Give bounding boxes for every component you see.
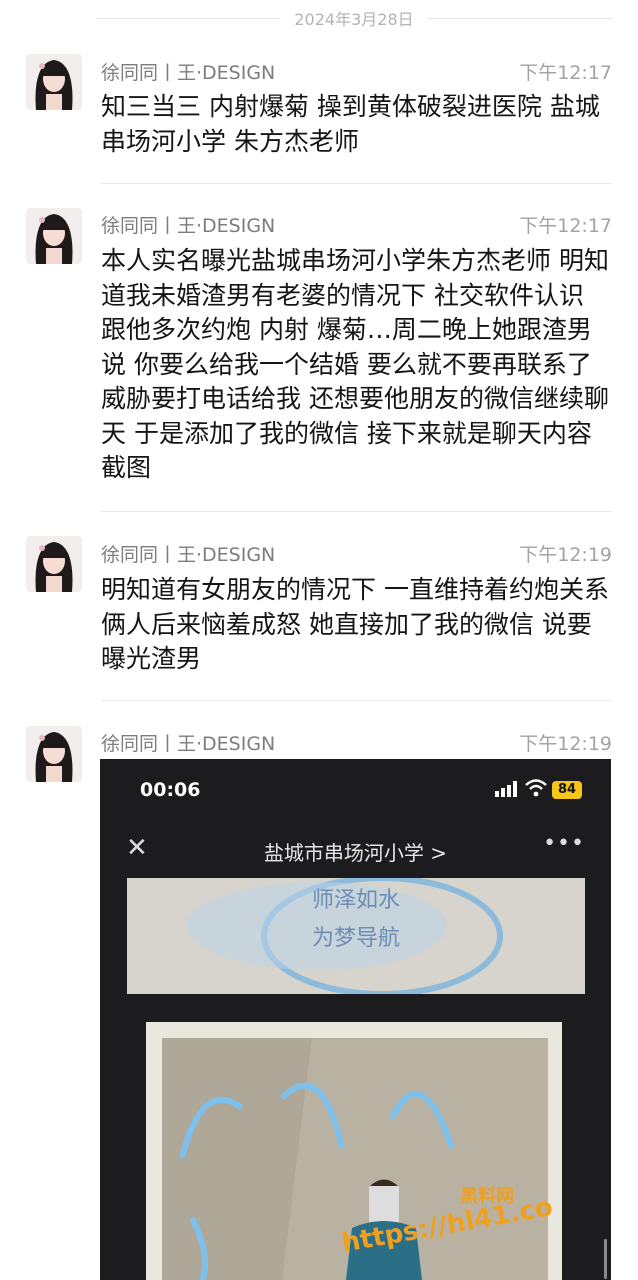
status-clock: 00:06 [140,779,201,801]
sender-name: 徐同同丨王·DESIGN [101,215,276,237]
message-time: 下午12:17 [519,215,612,237]
banner-text: 师泽如水 [311,888,400,913]
sender-name: 徐同同丨王·DESIGN [101,733,276,755]
sender-name: 徐同同丨王·DESIGN [101,544,276,566]
divider [101,700,612,701]
divider [101,511,612,512]
status-bar: 00:06 84 [100,779,611,803]
avatar[interactable] [26,726,82,782]
message-text: 知三当三 内射爆菊 操到黄体破裂进医院 盐城串场河小学 朱方杰老师 [101,92,600,156]
battery-icon: 84 [552,781,582,799]
divider [427,17,613,19]
sender-name: 徐同同丨王·DESIGN [101,62,276,84]
wifi-icon [525,779,547,801]
banner-image: 师泽如水 为梦导航 [127,878,585,994]
divider [101,183,612,184]
avatar[interactable] [26,536,82,592]
avatar[interactable] [26,208,82,264]
message-image[interactable]: 00:06 84 ✕ 盐城市串场河小学 > ••• 师泽如水 为梦导航 黑料网 … [100,759,611,1280]
date-separator: 2024年3月28日 [0,0,638,36]
message-time: 下午12:17 [519,62,612,84]
app-navbar: ✕ 盐城市串场河小学 > ••• [100,829,611,869]
signal-icon [495,781,519,801]
more-icon[interactable]: ••• [543,831,585,856]
scrollbar[interactable] [604,1239,607,1279]
divider [96,17,281,19]
page-title: 盐城市串场河小学 > [263,841,448,865]
message-time: 下午12:19 [519,544,612,566]
message-text: 本人实名曝光盐城串场河小学朱方杰老师 明知道我未婚渣男有老婆的情况下 社交软件认… [101,246,609,482]
message-text: 明知道有女朋友的情况下 一直维持着约炮关系 俩人后来恼羞成怒 她直接加了我的微信… [101,575,609,673]
message-time: 下午12:19 [519,733,612,755]
date-label: 2024年3月28日 [294,10,414,29]
avatar[interactable] [26,54,82,110]
banner-text: 为梦导航 [311,926,400,951]
